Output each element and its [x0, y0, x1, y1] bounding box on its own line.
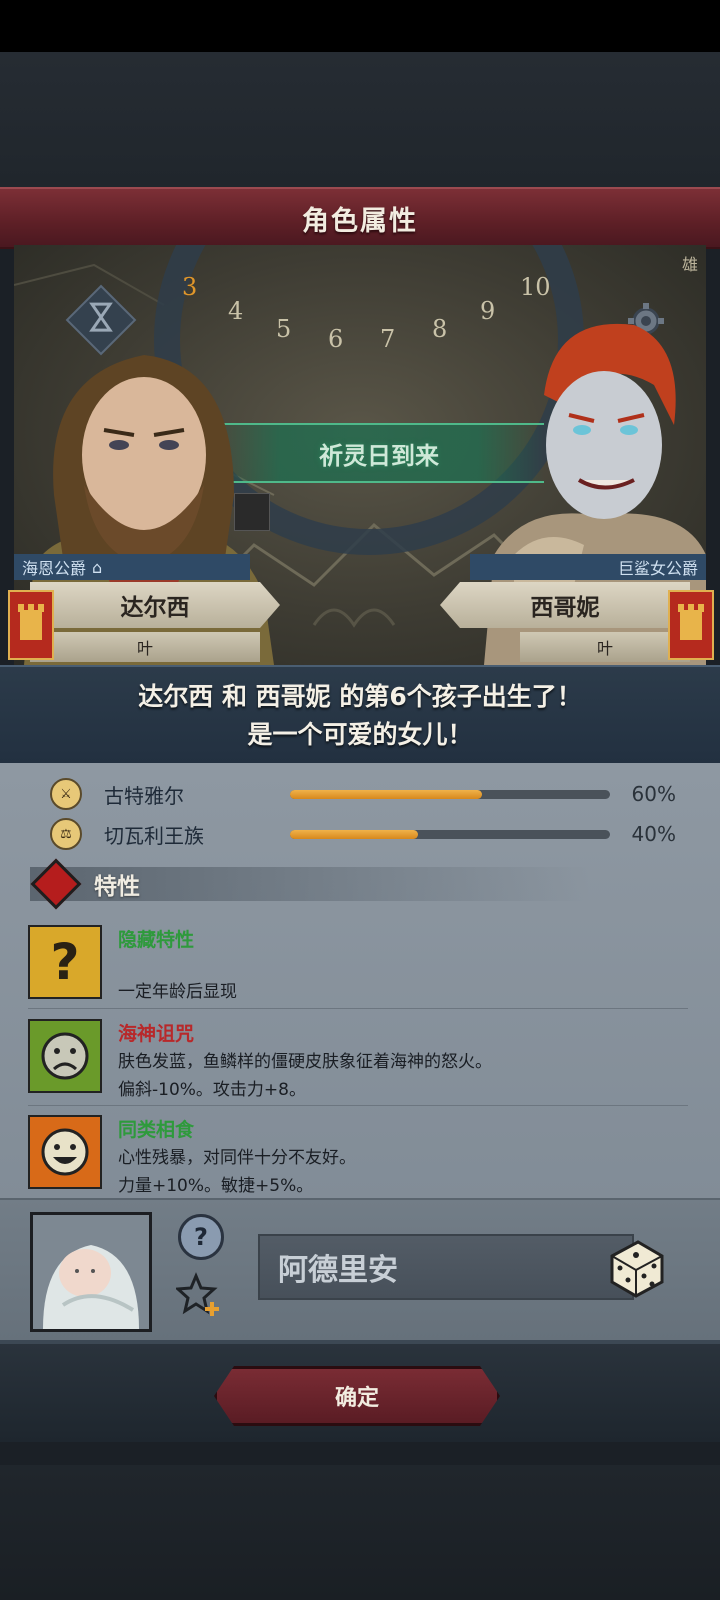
trait-item[interactable]: 海神诅咒 肤色发蓝，鱼鳞样的僵硬皮肤象征着海神的怒火。 偏斜-10%。攻击力+8…	[28, 1019, 688, 1100]
mother-name-plate: 西哥妮	[440, 582, 690, 628]
bloodline-row: ⚔ 古特雅尔 60%	[50, 777, 690, 811]
dial-number: 10	[520, 273, 551, 301]
birth-announcement: 达尔西 和 西哥妮 的第6个孩子出生了！ 是一个可爱的女儿！	[0, 665, 720, 767]
bloodline-name: 古特雅尔	[104, 783, 184, 808]
father-title-tag: 海恩公爵 ⌂	[14, 554, 250, 580]
trait-name: 海神诅咒	[118, 1023, 195, 1045]
bloodline-bar-fill	[290, 829, 418, 839]
trait-description: 肤色发蓝，鱼鳞样的僵硬皮肤象征着海神的怒火。	[118, 1052, 492, 1072]
traits-section-header: 特性	[30, 858, 590, 910]
help-button[interactable]: ?	[178, 1214, 224, 1260]
bloodline-scales-icon: ⚖	[50, 818, 82, 850]
background-bottom	[0, 1465, 720, 1600]
trait-name: 同类相食	[118, 1119, 195, 1141]
hourglass-icon	[89, 302, 113, 332]
trait-name: 隐藏特性	[118, 929, 195, 951]
father-title: 海恩公爵	[22, 559, 87, 578]
father-subplate: 叶	[30, 632, 260, 662]
mother-sub: 叶	[596, 639, 613, 658]
corner-label: 雄	[681, 255, 698, 274]
bloodline-bar	[290, 829, 610, 839]
dial-number: 6	[328, 325, 344, 353]
child-naming-row: ? 阿德里安	[0, 1198, 720, 1340]
house-icon: ⌂	[92, 557, 103, 577]
dial-number: 7	[380, 325, 396, 353]
dice-icon[interactable]	[604, 1236, 668, 1300]
svg-text:?: ?	[50, 933, 79, 991]
bloodline-crest-icon: ⚔	[50, 778, 82, 810]
status-bar	[0, 0, 720, 52]
background-top	[0, 52, 720, 187]
sad-face-icon	[28, 1019, 102, 1093]
mother-banner-icon	[668, 590, 714, 660]
father-name: 达尔西	[120, 595, 190, 621]
confirm-button-label: 确定	[334, 1386, 379, 1411]
bloodline-bar	[290, 789, 610, 799]
child-name-field[interactable]: 阿德里安	[258, 1234, 634, 1300]
page-title: 角色属性	[302, 205, 418, 237]
question-icon: ?	[194, 1223, 208, 1251]
father-banner-icon	[8, 590, 54, 660]
child-name-value: 阿德里安	[278, 1253, 398, 1288]
announcement-line-2: 是一个可爱的女儿！	[247, 720, 473, 749]
trait-description: 心性残暴，对同伴十分不友好。	[118, 1148, 356, 1168]
trait-item[interactable]: 同类相食 心性残暴，对同伴十分不友好。 力量+10%。敏捷+5%。	[28, 1115, 688, 1196]
footer-bar: 确定	[0, 1340, 720, 1442]
question-icon: ?	[28, 925, 102, 999]
dial-number: 3	[182, 273, 198, 301]
bloodline-name: 切瓦利王族	[104, 823, 204, 848]
dial-number: 4	[228, 297, 244, 325]
dial-number: 8	[432, 315, 448, 343]
character-badge-icon	[234, 493, 270, 531]
bloodline-percent: 60%	[631, 782, 676, 806]
divider	[28, 1008, 688, 1009]
bloodline-percent: 40%	[631, 822, 676, 846]
trait-description: 一定年龄后显现	[118, 982, 237, 1002]
mother-name: 西哥妮	[530, 595, 600, 621]
traits-section-label: 特性	[94, 874, 140, 900]
confirm-button[interactable]: 确定	[214, 1366, 500, 1426]
favorite-add-button[interactable]	[176, 1272, 222, 1318]
mother-title-tag: 巨鲨女公爵	[470, 554, 706, 580]
father-name-plate: 达尔西	[30, 582, 280, 628]
flame-icon	[30, 858, 82, 910]
event-banner-text: 祈灵日到来	[319, 441, 439, 470]
mother-subplate: 叶	[520, 632, 690, 662]
bloodline-row: ⚖ 切瓦利王族 40%	[50, 817, 690, 851]
bloodline-bar-fill	[290, 789, 482, 799]
divider	[28, 1105, 688, 1106]
grin-face-icon	[28, 1115, 102, 1189]
trait-item[interactable]: ? 隐藏特性 一定年龄后显现	[28, 925, 688, 1002]
trait-effect: 力量+10%。敏捷+5%。	[118, 1176, 314, 1196]
baby-portrait	[30, 1212, 152, 1332]
announcement-line-1: 达尔西 和 西哥妮 的第6个孩子出生了！	[138, 682, 582, 711]
mother-title: 巨鲨女公爵	[617, 559, 698, 578]
title-banner: 角色属性	[0, 187, 720, 249]
father-sub: 叶	[136, 639, 153, 658]
trait-effect: 偏斜-10%。攻击力+8。	[118, 1080, 306, 1100]
